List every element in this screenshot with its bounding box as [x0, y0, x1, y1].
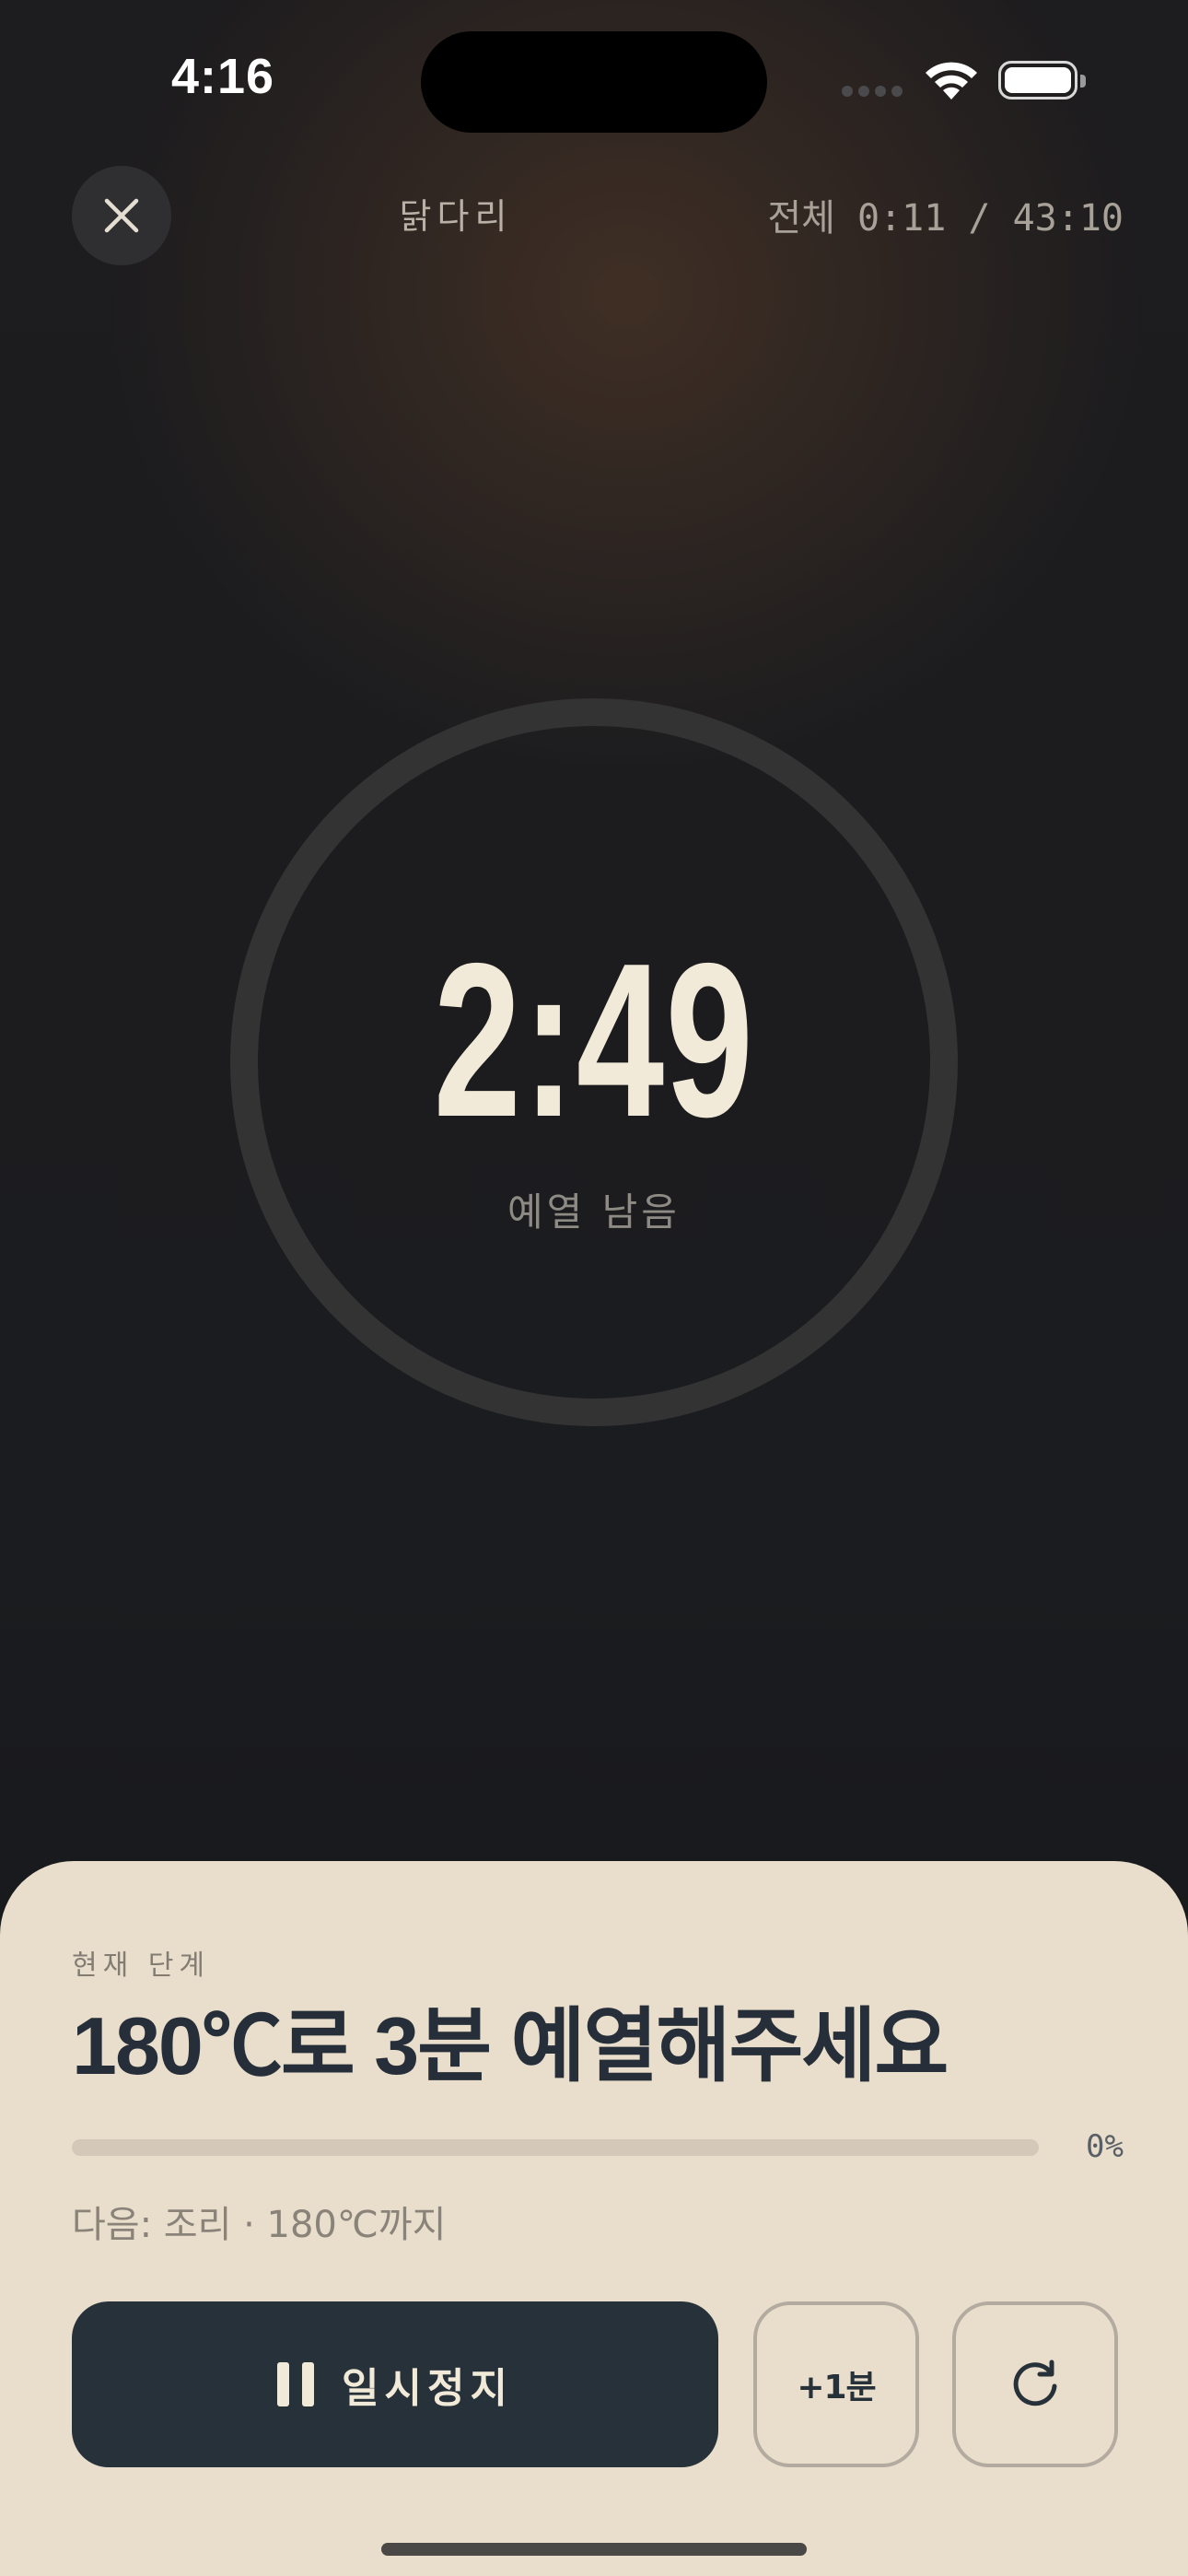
- pause-button-label: 일시정지: [342, 2365, 513, 2412]
- close-button[interactable]: [72, 166, 171, 265]
- restart-icon: [1013, 2359, 1057, 2406]
- cellular-signal-icon: [842, 86, 906, 99]
- recipe-title: 닭다리: [399, 196, 513, 237]
- battery-icon: [998, 61, 1086, 100]
- step-progress-bar: [72, 2139, 1039, 2156]
- pause-button[interactable]: 일시정지: [72, 2301, 718, 2467]
- close-icon: [104, 198, 139, 233]
- pause-icon: [277, 2362, 315, 2406]
- add-minute-button[interactable]: +1분: [753, 2301, 919, 2467]
- status-time: 4:16: [171, 49, 275, 104]
- current-step-title: 180℃로 3분 예열해주세요: [72, 2000, 949, 2091]
- wifi-icon: [926, 62, 977, 100]
- cooking-timer-screen: 4:16 닭다리 전체 0:11 / 43:10 2:49 예열 남음 현재 단…: [0, 0, 1188, 2576]
- dynamic-island: [421, 31, 767, 133]
- add-minute-label: +1분: [797, 2369, 876, 2406]
- current-step-caption: 현재 단계: [72, 1950, 210, 1982]
- timer-label: 예열 남음: [507, 1189, 681, 1235]
- restart-button[interactable]: [952, 2301, 1118, 2467]
- next-step-text: 다음: 조리 · 180℃까지: [72, 2204, 447, 2246]
- step-progress-percent: 0%: [1086, 2128, 1124, 2165]
- total-elapsed-time: 전체 0:11 / 43:10: [767, 197, 1124, 240]
- timer-remaining: 2:49: [433, 919, 755, 1163]
- step-sheet: 현재 단계 180℃로 3분 예열해주세요 0% 다음: 조리 · 180℃까지…: [0, 1861, 1188, 2576]
- home-indicator: [381, 2543, 807, 2556]
